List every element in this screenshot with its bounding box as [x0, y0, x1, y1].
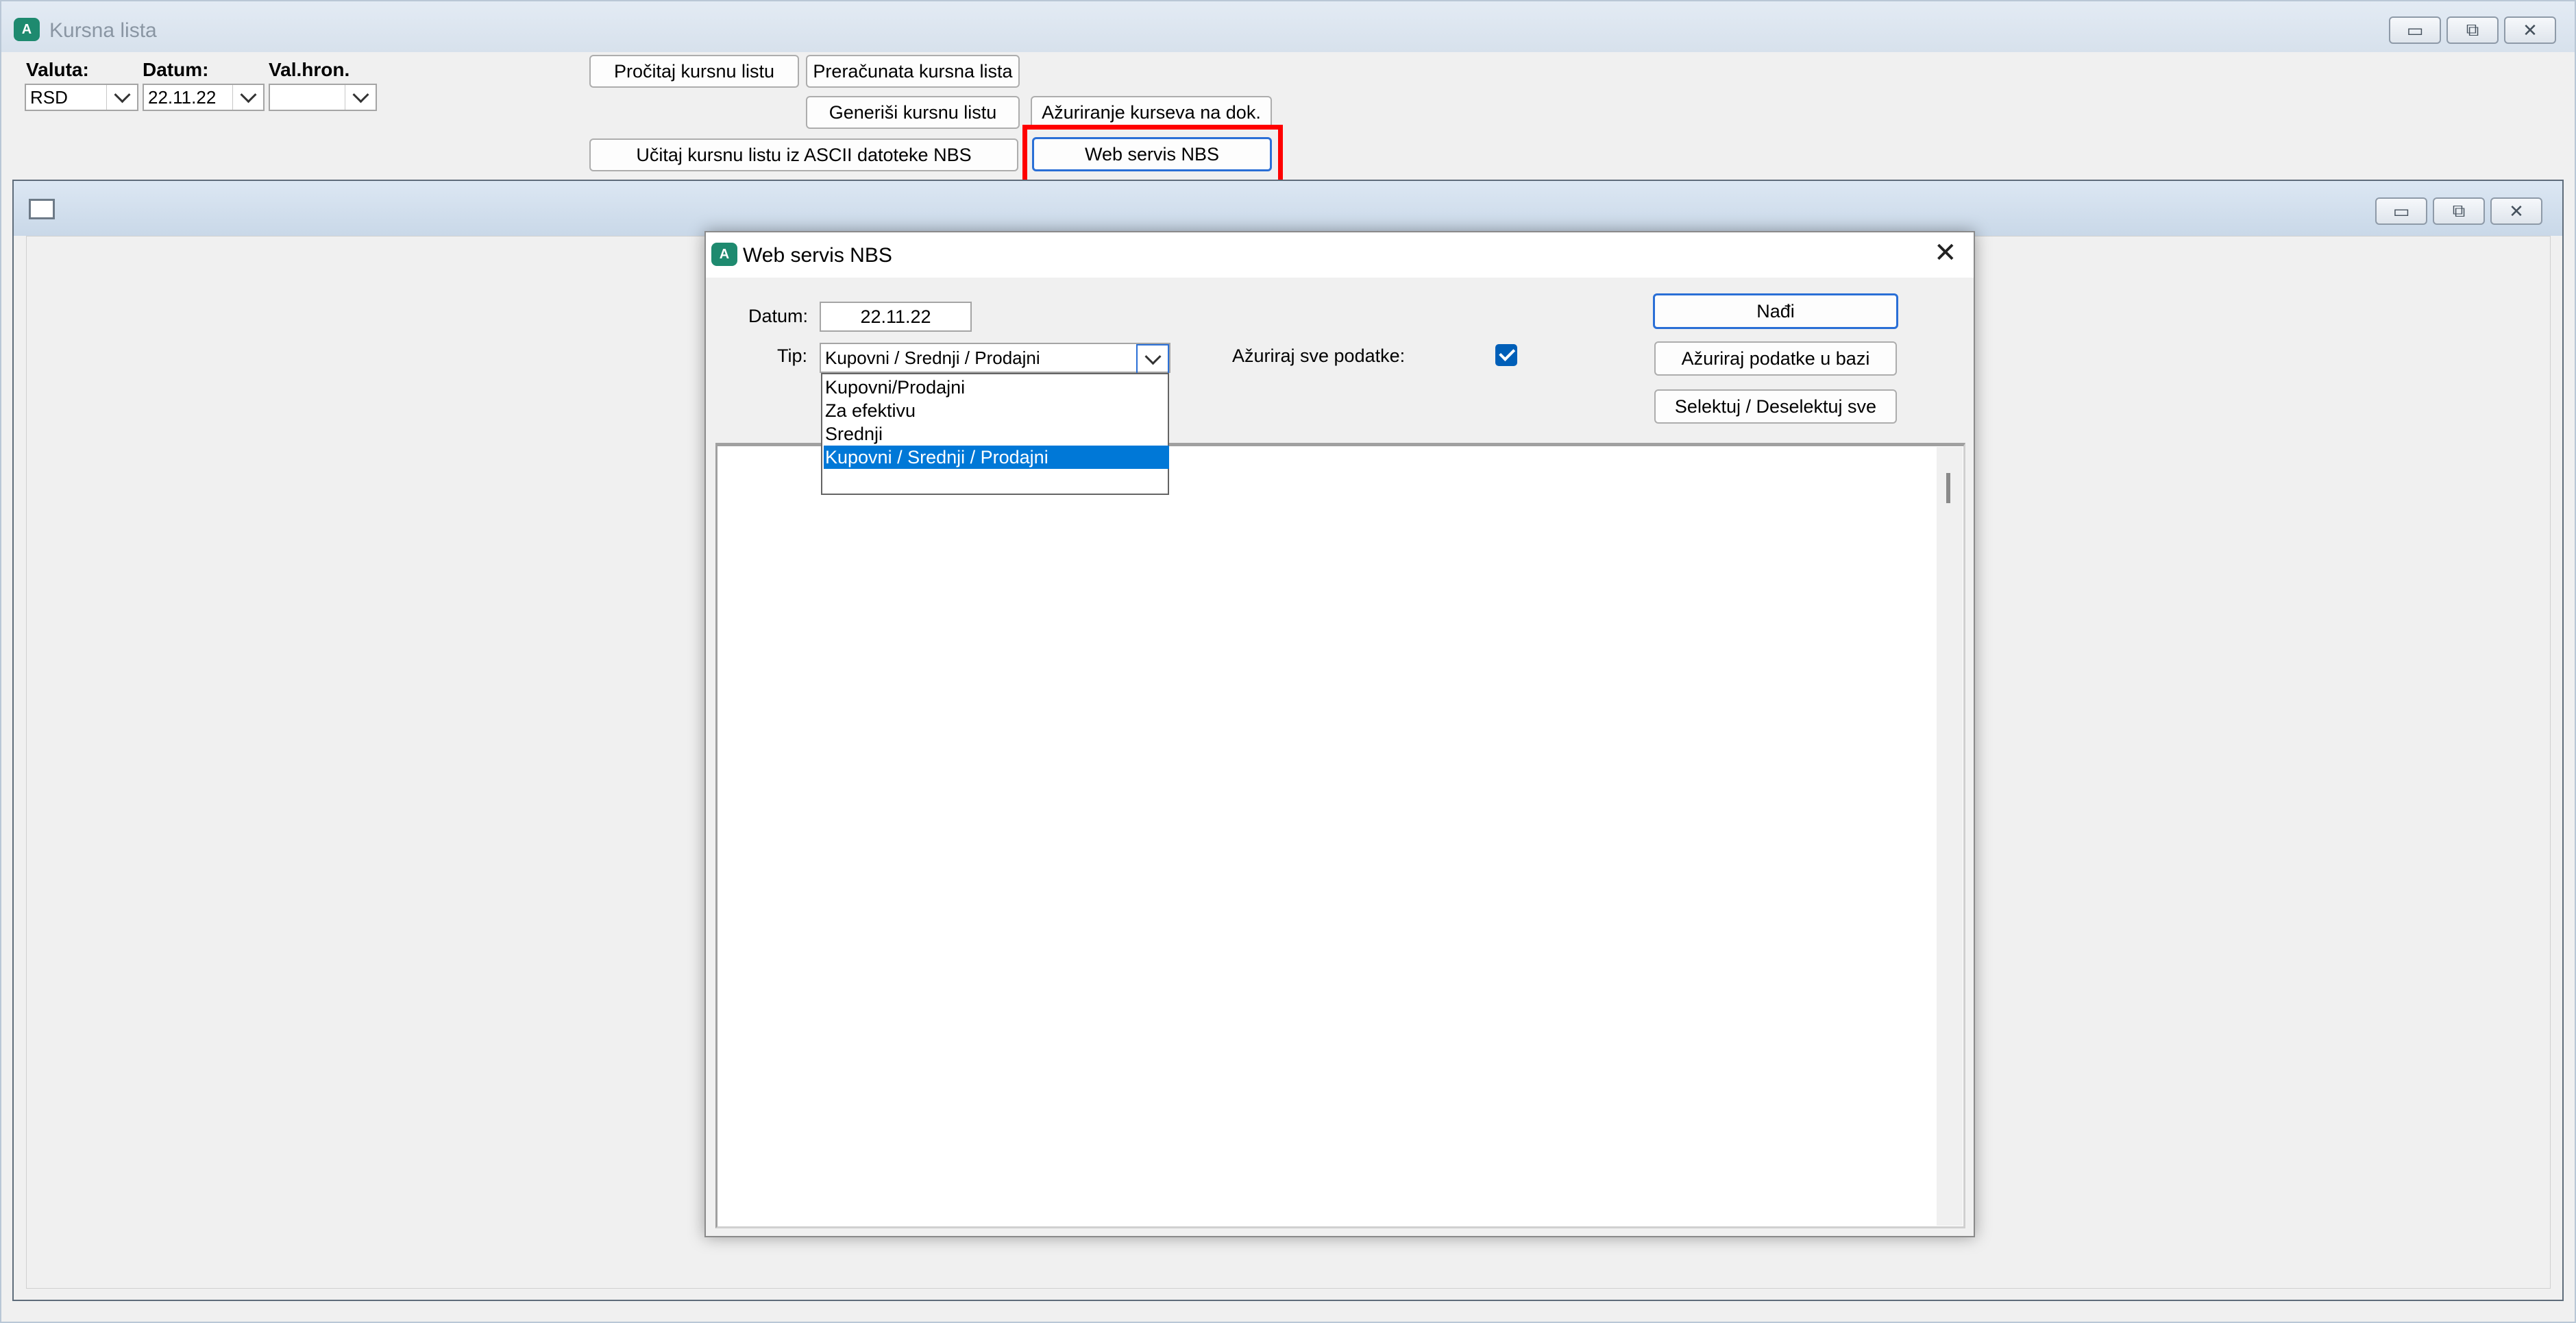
chevron-down-icon[interactable] [232, 85, 263, 110]
datum-label: Datum: [143, 59, 209, 80]
maximize-icon: ⧉ [2452, 200, 2466, 221]
window-title: Kursna lista [49, 19, 157, 42]
datum-value: 22.11.22 [148, 86, 217, 108]
tip-combo[interactable]: Kupovni / Srednji / Prodajni [820, 343, 1170, 374]
chevron-down-icon[interactable] [1136, 344, 1169, 374]
tip-dropdown-list: Kupovni/Prodajni Za efektivu Srednji Kup… [821, 373, 1169, 495]
highlight-annotation [1022, 125, 1283, 185]
maximize-button[interactable]: ⧉ [2446, 16, 2499, 44]
dialog-close-icon[interactable]: ✕ [1934, 237, 1957, 269]
generisi-button[interactable]: Generiši kursnu listu [806, 96, 1020, 129]
azuriranje-button[interactable]: Ažuriranje kurseva na dok. [1031, 96, 1272, 129]
ucitaj-ascii-button[interactable]: Učitaj kursnu listu iz ASCII datoteke NB… [589, 138, 1018, 171]
dialog-titlebar[interactable] [706, 232, 1974, 278]
results-grid[interactable] [715, 443, 1965, 1228]
minimize-button[interactable]: ▭ [2389, 16, 2441, 44]
app-logo-icon: A [711, 243, 737, 266]
azuriraj-bazi-button[interactable]: Ažuriraj podatke u bazi [1654, 341, 1897, 376]
close-icon: ✕ [2523, 19, 2538, 40]
tip-option[interactable]: Kupovni/Prodajni [824, 376, 1169, 399]
mdi-maximize-button[interactable]: ⧉ [2433, 197, 2485, 225]
dialog-title: Web servis NBS [743, 244, 892, 267]
tip-option-selected[interactable]: Kupovni / Srednji / Prodajni [824, 446, 1169, 469]
nadji-button[interactable]: Nađi [1653, 293, 1898, 329]
procitaj-button[interactable]: Pročitaj kursnu listu [589, 55, 799, 88]
azuriraj-sve-label: Ažuriraj sve podatke: [1232, 345, 1406, 366]
valuta-value: RSD [30, 86, 68, 108]
tip-option[interactable]: Srednji [824, 422, 1169, 446]
valuta-combo[interactable]: RSD [25, 84, 138, 111]
window-icon [29, 199, 55, 219]
tip-option[interactable]: Za efektivu [824, 399, 1169, 422]
tip-label: Tip: [777, 345, 808, 366]
chevron-down-icon[interactable] [106, 85, 137, 110]
minimize-icon: ▭ [2392, 200, 2410, 221]
minimize-icon: ▭ [2406, 19, 2424, 40]
main-titlebar[interactable] [1, 1, 2575, 52]
datum-combo[interactable]: 22.11.22 [143, 84, 265, 111]
mdi-close-button[interactable]: ✕ [2490, 197, 2542, 225]
dialog-datum-label: Datum: [748, 306, 809, 326]
tip-value: Kupovni / Srednji / Prodajni [825, 347, 1040, 368]
app-logo-icon: A [14, 18, 40, 41]
mdi-titlebar[interactable] [14, 181, 2562, 236]
selektuj-button[interactable]: Selektuj / Deselektuj sve [1654, 389, 1897, 424]
mdi-minimize-button[interactable]: ▭ [2375, 197, 2427, 225]
azuriraj-sve-checkbox[interactable] [1495, 344, 1517, 366]
maximize-icon: ⧉ [2466, 19, 2479, 40]
scrollbar-thumb[interactable] [1946, 473, 1950, 503]
valuta-label: Valuta: [26, 59, 89, 80]
valhron-combo[interactable] [269, 84, 377, 111]
chevron-down-icon[interactable] [345, 85, 376, 110]
dialog-datum-field[interactable]: 22.11.22 [820, 302, 972, 332]
preracunata-button[interactable]: Preračunata kursna lista [806, 55, 1020, 88]
valhron-label: Val.hron. [269, 59, 350, 80]
close-button[interactable]: ✕ [2504, 16, 2556, 44]
close-icon: ✕ [2509, 200, 2524, 221]
check-icon [1498, 344, 1515, 361]
grid-scrollbar[interactable] [1937, 447, 1963, 1226]
